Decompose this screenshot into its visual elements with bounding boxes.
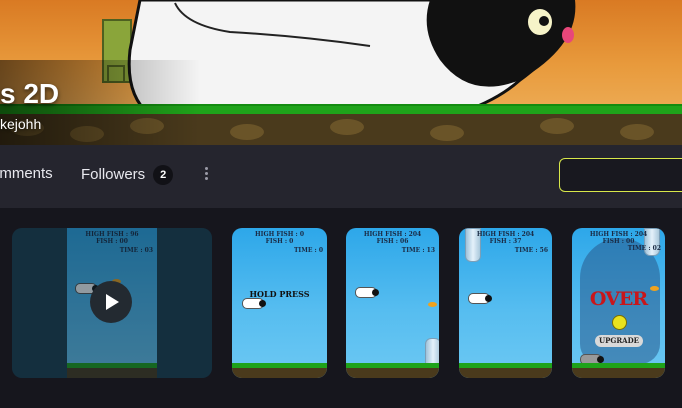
hud-time: TIME : 13 <box>401 247 435 254</box>
followers-count-badge: 2 <box>153 165 174 185</box>
screenshot-thumbnail[interactable]: HIGH FISH : 0 FISH : 0 TIME : 0 HOLD PRE… <box>232 228 327 378</box>
game-title: s 2D <box>0 78 60 109</box>
hud-fish: FISH : 0 <box>265 238 294 245</box>
hud-fish: FISH : 06 <box>376 238 409 245</box>
upgrade-button: UPGRADE <box>595 335 643 347</box>
game-over-title: OVER <box>589 288 648 310</box>
hud-high-fish: HIGH FISH : 0 <box>255 231 304 238</box>
tab-followers[interactable]: Followers 2 <box>81 165 174 185</box>
game-banner: s 2D kejohh <box>0 0 682 145</box>
author-link[interactable]: kejohh <box>0 116 41 132</box>
tab-comments[interactable]: omments <box>0 165 53 182</box>
screenshot-thumbnail[interactable]: HIGH FISH : 204 FISH : 06 TIME : 13 <box>346 228 439 378</box>
ground-dirt <box>459 368 552 378</box>
hud-time: TIME : 0 <box>293 247 323 254</box>
coin-icon <box>612 315 627 330</box>
screenshot-thumbnail[interactable]: HIGH FISH : 204 FISH : 37 TIME : 56 <box>459 228 552 378</box>
hud-high-fish: HIGH FISH : 204 <box>476 231 535 238</box>
screenshot-thumbnail-video[interactable]: HIGH FISH : 96 FISH : 00 TIME : 03 <box>12 228 212 378</box>
hud-high-fish: HIGH FISH : 204 <box>589 231 648 238</box>
hud-time: TIME : 56 <box>514 247 548 254</box>
search-input[interactable] <box>559 158 682 192</box>
hud-time: TIME : 02 <box>627 245 661 252</box>
player-fish <box>355 287 379 298</box>
goldfish <box>428 302 437 307</box>
tab-followers-label: Followers <box>81 165 146 183</box>
player-fish <box>242 298 266 309</box>
screenshot-thumbnail-game-over[interactable]: HIGH FISH : 204 FISH : 00 TIME : 02 OVER… <box>572 228 665 378</box>
more-vertical-icon[interactable] <box>200 165 212 183</box>
player-fish <box>468 293 492 304</box>
hud-fish: FISH : 00 <box>602 238 635 245</box>
ground-dirt <box>572 368 665 378</box>
hud-fish: FISH : 37 <box>489 238 522 245</box>
play-icon[interactable] <box>90 281 132 323</box>
ground-dirt <box>232 368 327 378</box>
profile-tabs: omments Followers 2 <box>0 145 682 208</box>
ground-dirt <box>346 368 439 378</box>
hud-high-fish: HIGH FISH : 204 <box>363 231 422 238</box>
